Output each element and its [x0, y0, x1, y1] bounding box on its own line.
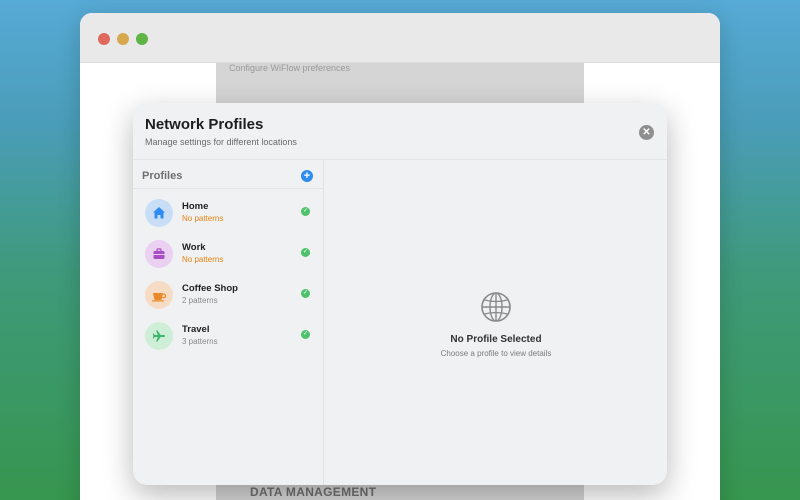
data-management-heading: DATA MANAGEMENT: [250, 485, 377, 499]
profiles-sidebar: Profiles + Home No patterns ✓ Work No pa…: [133, 160, 324, 485]
profile-item-work[interactable]: Work No patterns ✓: [133, 236, 324, 274]
airplane-icon: [145, 322, 173, 350]
sidebar-header: Profiles +: [133, 160, 323, 189]
sidebar-title: Profiles: [142, 170, 183, 182]
modal-title: Network Profiles: [145, 116, 264, 133]
profile-name: Work: [182, 242, 206, 253]
profile-patterns: No patterns: [182, 214, 224, 223]
briefcase-icon: [145, 240, 173, 268]
close-window-button[interactable]: [98, 33, 110, 45]
empty-state-subtitle: Choose a profile to view details: [440, 349, 552, 358]
profile-item-home[interactable]: Home No patterns ✓: [133, 195, 324, 233]
profile-name: Home: [182, 201, 209, 212]
house-icon: [145, 199, 173, 227]
checkmark-icon: ✓: [301, 330, 310, 339]
cup-icon: [145, 281, 173, 309]
modal-header: Network Profiles Manage settings for dif…: [133, 103, 667, 160]
profile-item-travel[interactable]: Travel 3 patterns ✓: [133, 318, 324, 356]
checkmark-icon: ✓: [301, 207, 310, 216]
globe-icon: [480, 291, 512, 328]
checkmark-icon: ✓: [301, 289, 310, 298]
checkmark-icon: ✓: [301, 248, 310, 257]
profile-patterns: 2 patterns: [182, 296, 218, 305]
profile-item-coffee-shop[interactable]: Coffee Shop 2 patterns ✓: [133, 277, 324, 315]
plus-icon[interactable]: +: [301, 170, 313, 182]
profile-name: Travel: [182, 324, 210, 335]
empty-state-title: No Profile Selected: [450, 334, 542, 345]
modal-subtitle: Manage settings for different locations: [145, 137, 297, 147]
title-bar: [80, 13, 720, 63]
minimize-window-button[interactable]: [117, 33, 129, 45]
network-profiles-modal: Network Profiles Manage settings for dif…: [133, 103, 667, 485]
settings-subtitle: Configure WiFlow preferences: [229, 63, 351, 73]
close-icon[interactable]: ✕: [639, 125, 654, 140]
profile-patterns: No patterns: [182, 255, 224, 264]
zoom-window-button[interactable]: [136, 33, 148, 45]
profile-detail-pane: No Profile Selected Choose a profile to …: [325, 160, 667, 485]
profile-name: Coffee Shop: [182, 283, 238, 294]
profile-patterns: 3 patterns: [182, 337, 218, 346]
